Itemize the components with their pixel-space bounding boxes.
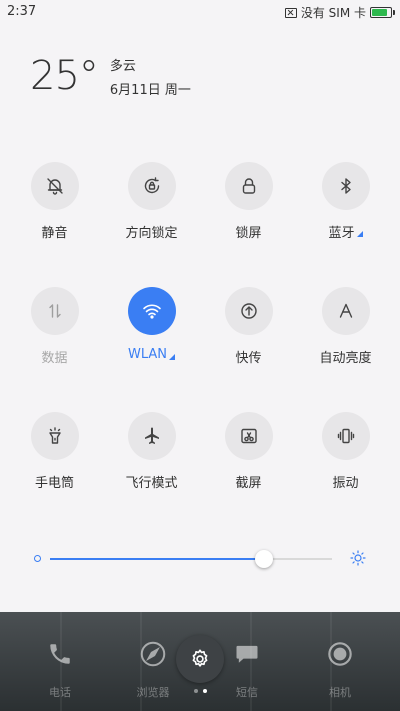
tile-auto-brightness[interactable]: 自动亮度: [297, 287, 394, 412]
page-dot: [194, 689, 198, 693]
tile-wlan[interactable]: WLAN: [103, 287, 200, 412]
camera-icon: [328, 642, 352, 666]
weather-condition: 多云: [109, 58, 136, 74]
brightness-thumb[interactable]: [255, 550, 274, 568]
auto-brightness-icon: [339, 303, 352, 318]
airplane-icon: [144, 427, 159, 444]
tile-mobile-data-button[interactable]: [30, 287, 79, 335]
compass-icon: [140, 641, 166, 667]
app-label: 相机: [329, 686, 351, 699]
tile-auto-brightness-label: 自动亮度: [319, 351, 372, 366]
app-phone[interactable]: [32, 626, 88, 682]
quick-transfer-icon: [240, 303, 257, 319]
tile-mobile-data-label: 数据: [41, 351, 68, 366]
tile-quick-transfer-button[interactable]: [224, 287, 273, 335]
message-icon: [236, 645, 258, 663]
bluetooth-icon: [340, 178, 351, 194]
tile-flashlight-label: 手电筒: [34, 476, 74, 491]
weather-info: 多云 6月11日 周一: [110, 55, 191, 98]
brightness-low-icon: [34, 555, 41, 562]
tile-airplane-mode-button[interactable]: [127, 412, 176, 460]
tile-bluetooth-button[interactable]: [321, 162, 370, 210]
tile-lock-screen-label: 锁屏: [235, 226, 262, 241]
brightness-slider[interactable]: [34, 548, 366, 570]
app-browser[interactable]: [125, 626, 181, 682]
app-messages[interactable]: [219, 626, 275, 682]
tile-quick-transfer-label: 快传: [235, 351, 262, 366]
app-label: 电话: [49, 686, 71, 699]
page-indicator: [194, 689, 207, 693]
screenshot-icon: [240, 428, 257, 444]
page-dot-current: [203, 689, 207, 693]
settings-button[interactable]: [176, 635, 224, 683]
tile-quick-transfer[interactable]: 快传: [200, 287, 297, 412]
lock-icon: [242, 178, 255, 194]
no-sim-icon: [284, 7, 297, 18]
tile-lock-screen[interactable]: 锁屏: [200, 162, 297, 287]
tile-lock-screen-button[interactable]: [224, 162, 273, 210]
expand-indicator-icon: [356, 230, 363, 237]
tile-mute[interactable]: 静音: [6, 162, 103, 287]
tile-row: 静音 方向锁定 锁屏 蓝牙: [6, 162, 394, 287]
tile-screenshot-button[interactable]: [224, 412, 273, 460]
expand-indicator-icon: [169, 353, 175, 360]
tile-vibrate-button[interactable]: [321, 412, 370, 460]
flashlight-icon: [48, 427, 61, 444]
app-label: 短信: [236, 686, 258, 699]
tile-mute-label: 静音: [41, 226, 68, 241]
tile-wlan-label: WLAN: [128, 347, 175, 362]
status-right: 没有 SIM 卡: [284, 4, 395, 21]
sim-status-text: 没有 SIM 卡: [300, 6, 366, 20]
brightness-track[interactable]: [50, 550, 332, 568]
battery-fill: [372, 9, 388, 16]
vibrate-icon: [337, 428, 354, 444]
tile-wlan-text: WLAN: [127, 347, 167, 362]
tile-flashlight[interactable]: 手电筒: [6, 412, 103, 537]
tile-screenshot-label: 截屏: [235, 476, 262, 491]
tile-row: 数据 WLAN 快传 自动亮度: [6, 287, 394, 412]
mobile-data-icon: [48, 304, 61, 318]
tile-vibrate[interactable]: 振动: [297, 412, 394, 537]
brightness-fill: [50, 558, 265, 560]
temperature: 25°: [30, 53, 99, 99]
wifi-icon: [142, 304, 161, 319]
status-time: 2:37: [7, 4, 37, 19]
tile-auto-brightness-button[interactable]: [321, 287, 370, 335]
tile-bluetooth-text: 蓝牙: [328, 226, 355, 241]
tile-flashlight-button[interactable]: [30, 412, 79, 460]
bell-off-icon: [46, 178, 63, 195]
rotation-lock-icon: [144, 177, 159, 194]
tile-vibrate-label: 振动: [332, 476, 359, 491]
tile-bluetooth-label: 蓝牙: [328, 222, 363, 241]
tile-bluetooth[interactable]: 蓝牙: [297, 162, 394, 287]
tile-rotation-lock-label: 方向锁定: [125, 226, 178, 241]
tile-rotation-lock-button[interactable]: [127, 162, 176, 210]
tile-rotation-lock[interactable]: 方向锁定: [103, 162, 200, 287]
tile-airplane-mode-label: 飞行模式: [125, 476, 178, 491]
brightness-high-icon: [350, 550, 366, 566]
tile-screenshot[interactable]: 截屏: [200, 412, 297, 537]
app-camera[interactable]: [312, 626, 368, 682]
tile-mobile-data[interactable]: 数据: [6, 287, 103, 412]
tile-airplane-mode[interactable]: 飞行模式: [103, 412, 200, 537]
weather-widget[interactable]: 25° 多云 6月11日 周一: [30, 52, 191, 100]
gear-icon: [192, 649, 208, 667]
battery-icon: [370, 7, 395, 18]
phone-icon: [50, 644, 70, 664]
weather-date: 6月11日 周一: [109, 82, 191, 98]
quick-settings-grid: 静音 方向锁定 锁屏 蓝牙 数据 WLAN 快传 自动亮度 手电筒 飞行模式 截…: [6, 162, 394, 537]
tile-row: 手电筒 飞行模式 截屏 振动: [6, 412, 394, 537]
app-label: 浏览器: [136, 686, 170, 699]
status-bar: 2:37 没有 SIM 卡: [0, 0, 400, 24]
tile-mute-button[interactable]: [30, 162, 79, 210]
tile-wlan-button[interactable]: [127, 287, 176, 335]
